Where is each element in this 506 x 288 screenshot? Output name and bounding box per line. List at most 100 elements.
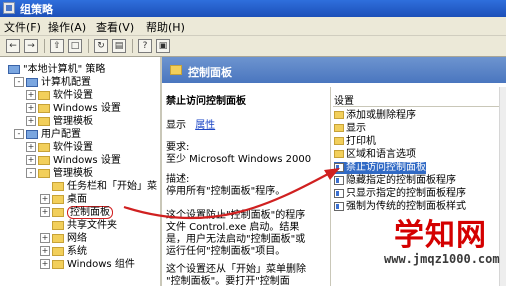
menu-action[interactable]: 操作(A) <box>48 19 86 35</box>
settings-item[interactable]: 区域和语言选项 <box>334 149 416 161</box>
tree-node[interactable]: + 控制面板 <box>40 206 113 219</box>
tree-node-label: 共享文件夹 <box>67 220 117 231</box>
settings-item-label: 添加或删除程序 <box>346 110 416 121</box>
tree-node[interactable]: - 管理模板 <box>26 167 93 180</box>
settings-item-label: 打印机 <box>346 136 376 147</box>
settings-item[interactable]: 只显示指定的控制面板程序 <box>334 188 466 200</box>
tree-node[interactable]: 任务栏和「开始」菜 <box>40 180 157 193</box>
toolbar-separator <box>132 39 133 53</box>
window-title: 组策略 <box>20 3 53 16</box>
properties-link[interactable]: 属性 <box>195 120 215 131</box>
forward-arrow-icon[interactable]: → <box>24 39 38 53</box>
help-icon[interactable]: ? <box>138 39 152 53</box>
computer-icon <box>26 77 38 87</box>
description-line: 这个设置防止"控制面板"的程序 <box>166 210 306 221</box>
policy-setting-icon <box>334 162 344 172</box>
menu-file[interactable]: 文件(F) <box>4 19 41 35</box>
tree-node[interactable]: - 用户配置 <box>14 128 81 141</box>
tree-node-label: 管理模板 <box>53 168 93 179</box>
back-arrow-icon[interactable]: ← <box>6 39 20 53</box>
settings-item-label: 区域和语言选项 <box>346 149 416 160</box>
settings-item[interactable]: 添加或删除程序 <box>334 110 416 122</box>
group-policy-app-icon <box>3 2 15 14</box>
description-line: 这个设置还从「开始」菜单删除 <box>166 264 306 275</box>
expand-icon[interactable]: + <box>40 246 50 256</box>
settings-item[interactable]: 隐藏指定的控制面板程序 <box>334 175 456 187</box>
tree-node[interactable]: + 管理模板 <box>26 115 93 128</box>
tree-node[interactable]: "本地计算机" 策略 <box>8 63 105 76</box>
tree-node-label: 网络 <box>67 233 87 244</box>
expand-icon[interactable]: + <box>26 116 36 126</box>
header-divider <box>333 106 503 107</box>
computer-icon <box>26 129 38 139</box>
export-list-icon[interactable]: ▤ <box>112 39 126 53</box>
tree-node[interactable]: + 桌面 <box>40 193 87 206</box>
folder-icon <box>52 220 64 230</box>
expand-icon[interactable]: + <box>26 103 36 113</box>
policy-setting-icon <box>334 201 344 211</box>
expand-icon[interactable]: + <box>40 233 50 243</box>
folder-icon <box>52 246 64 256</box>
settings-item-label: 隐藏指定的控制面板程序 <box>346 175 456 186</box>
toolbar: ← → ⇧ □ ↻ ▤ ? ▣ <box>0 36 506 57</box>
tree-node-label: 软件设置 <box>53 90 93 101</box>
tree-node-label: 计算机配置 <box>41 77 91 88</box>
menu-help[interactable]: 帮助(H) <box>146 19 185 35</box>
folder-icon <box>38 116 50 126</box>
tree-node[interactable]: + 网络 <box>40 232 87 245</box>
description-line: 停用所有"控制面板"程序。 <box>166 186 286 197</box>
watermark-text: 学知网 <box>394 218 487 253</box>
panel-header: 控制面板 <box>162 57 506 83</box>
collapse-icon[interactable]: - <box>14 77 24 87</box>
menu-bar: 文件(F) 操作(A) 查看(V) 帮助(H) <box>0 17 506 36</box>
expand-icon[interactable]: + <box>26 142 36 152</box>
menu-view[interactable]: 查看(V) <box>96 19 134 35</box>
tree-node-label: 控制面板 <box>67 206 113 219</box>
tree-node-label: "本地计算机" 策略 <box>23 64 106 75</box>
tree-node-label: 用户配置 <box>41 129 81 140</box>
tree-node[interactable]: + Windows 设置 <box>26 102 121 115</box>
description-line: 文件 Control.exe 启动。结果 <box>166 222 300 233</box>
tree-node-label: 软件设置 <box>53 142 93 153</box>
folder-icon <box>52 233 64 243</box>
collapse-icon[interactable]: - <box>26 168 36 178</box>
refresh-icon[interactable]: ↻ <box>94 39 108 53</box>
tree-node[interactable]: + Windows 设置 <box>26 154 121 167</box>
settings-item[interactable]: 打印机 <box>334 136 376 148</box>
collapse-icon[interactable]: - <box>14 129 24 139</box>
settings-column-header[interactable]: 设置 <box>334 92 354 107</box>
expand-icon[interactable]: + <box>26 90 36 100</box>
tree-node[interactable]: + Windows 组件 <box>40 258 135 271</box>
folder-icon <box>38 90 50 100</box>
settings-item[interactable]: 禁止访问控制面板 <box>334 162 426 174</box>
requirements-label: 要求: <box>166 142 190 153</box>
toolbar-separator <box>88 39 89 53</box>
show-hide-tree-icon[interactable]: ▣ <box>156 39 170 53</box>
expand-icon[interactable]: + <box>40 194 50 204</box>
folder-icon <box>334 124 344 132</box>
settings-item-label: 显示 <box>346 123 366 134</box>
folder-icon <box>38 142 50 152</box>
toolbar-separator <box>44 39 45 53</box>
folder-icon <box>334 150 344 158</box>
properties-icon[interactable]: □ <box>68 39 82 53</box>
requirements-text: 至少 Microsoft Windows 2000 <box>166 154 312 165</box>
folder-icon <box>170 65 182 75</box>
tree-node[interactable]: + 系统 <box>40 245 87 258</box>
expand-icon[interactable]: + <box>40 207 50 217</box>
settings-item-label: 禁止访问控制面板 <box>346 162 426 173</box>
tree-node[interactable]: + 软件设置 <box>26 141 93 154</box>
up-folder-icon[interactable]: ⇧ <box>50 39 64 53</box>
tree-node[interactable]: 共享文件夹 <box>40 219 117 232</box>
watermark-logo: 学知网 www.jmqz1000.com <box>380 208 504 272</box>
title-bar: 组策略 <box>0 0 506 17</box>
settings-item[interactable]: 显示 <box>334 123 366 135</box>
description-line: 运行任何"控制面板"项目。 <box>166 246 286 257</box>
folder-icon <box>334 111 344 119</box>
expand-icon[interactable]: + <box>40 259 50 269</box>
tree-node[interactable]: + 软件设置 <box>26 89 93 102</box>
tree-node[interactable]: - 计算机配置 <box>14 76 91 89</box>
show-label: 显示 属性 <box>166 120 215 132</box>
tree-node-label: 任务栏和「开始」菜 <box>67 181 157 192</box>
expand-icon[interactable]: + <box>26 155 36 165</box>
